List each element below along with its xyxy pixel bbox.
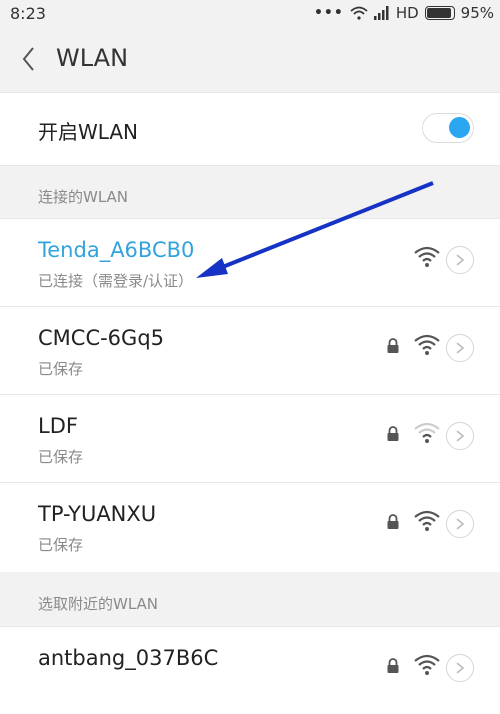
lock-icon <box>387 658 399 673</box>
network-ssid: antbang_037B6C <box>38 646 219 670</box>
network-status: 已连接（需登录/认证） <box>38 272 194 290</box>
divider <box>0 394 500 395</box>
network-row[interactable]: CMCC-6Gq5 已保存 <box>0 306 500 394</box>
back-arrow-icon[interactable] <box>18 44 40 74</box>
wlan-toggle-row[interactable]: 开启WLAN <box>0 92 500 166</box>
details-chevron-icon[interactable] <box>446 654 474 682</box>
wifi-signal-weak-icon <box>414 422 440 443</box>
wifi-signal-icon <box>414 246 440 267</box>
signal-icon <box>373 6 389 20</box>
details-chevron-icon[interactable] <box>446 246 474 274</box>
network-ssid: LDF <box>38 414 78 438</box>
divider <box>0 218 500 219</box>
battery-icon <box>424 6 455 20</box>
more-notifications-icon: ••• <box>313 5 344 21</box>
wlan-toggle-switch[interactable] <box>422 113 474 143</box>
network-ssid: Tenda_A6BCB0 <box>38 238 195 262</box>
lock-icon <box>387 514 399 529</box>
wifi-signal-icon <box>414 334 440 355</box>
connected-section-header: 连接的WLAN <box>38 188 129 206</box>
network-row[interactable]: LDF 已保存 <box>0 394 500 482</box>
battery-percent: 95% <box>460 4 494 22</box>
details-chevron-icon[interactable] <box>446 334 474 362</box>
network-type: HD <box>395 4 419 22</box>
status-time: 8:23 <box>10 4 46 23</box>
network-status: 已保存 <box>38 360 84 378</box>
wifi-status-icon <box>350 6 368 20</box>
status-bar: 8:23 ••• HD 95% <box>0 0 500 28</box>
network-list: Tenda_A6BCB0 已连接（需登录/认证） CMCC-6Gq5 已保存 L… <box>0 218 500 572</box>
lock-icon <box>387 338 399 353</box>
wifi-signal-icon <box>414 510 440 531</box>
divider <box>0 306 500 307</box>
divider <box>0 626 500 627</box>
lock-icon <box>387 426 399 441</box>
details-chevron-icon[interactable] <box>446 510 474 538</box>
nearby-network-list: antbang_037B6C <box>0 626 500 714</box>
network-row[interactable]: TP-YUANXU 已保存 <box>0 482 500 570</box>
network-status: 已保存 <box>38 536 84 554</box>
network-status: 已保存 <box>38 448 84 466</box>
network-row[interactable]: antbang_037B6C <box>0 626 500 714</box>
wlan-toggle-label: 开启WLAN <box>38 120 139 144</box>
network-ssid: TP-YUANXU <box>38 502 157 526</box>
nearby-section-header: 选取附近的WLAN <box>38 595 159 613</box>
status-icons: ••• HD 95% <box>314 4 494 22</box>
toggle-knob <box>449 117 470 138</box>
network-row-connected[interactable]: Tenda_A6BCB0 已连接（需登录/认证） <box>0 218 500 306</box>
page-title: WLAN <box>56 44 129 72</box>
details-chevron-icon[interactable] <box>446 422 474 450</box>
divider <box>0 482 500 483</box>
wifi-signal-icon <box>414 654 440 675</box>
network-ssid: CMCC-6Gq5 <box>38 326 165 350</box>
title-bar: WLAN <box>0 28 500 92</box>
